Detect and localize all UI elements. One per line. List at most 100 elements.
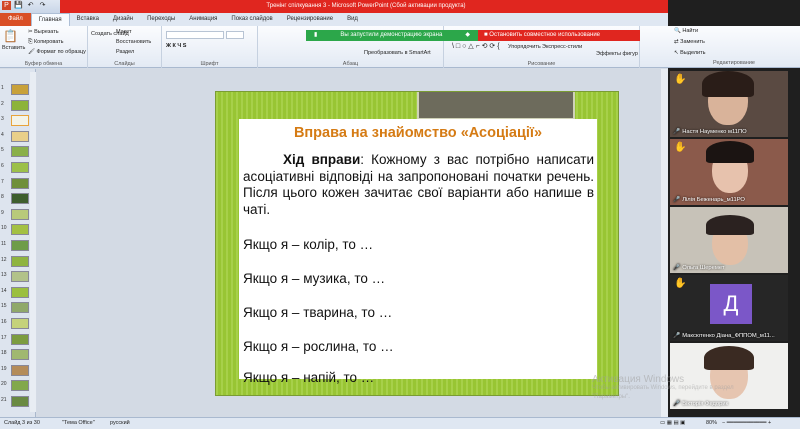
slide-thumbnail[interactable] bbox=[11, 84, 29, 95]
prompt-line[interactable]: Якщо я – музика, то … bbox=[243, 271, 385, 286]
format-painter-icon: 🖌 bbox=[28, 49, 37, 55]
tab-view[interactable]: Вид bbox=[340, 13, 365, 26]
prompt-line[interactable]: Якщо я – тварина, то … bbox=[243, 305, 392, 320]
paste-icon[interactable]: 📋 bbox=[3, 29, 18, 43]
reset-button[interactable]: Восстановить bbox=[116, 39, 151, 45]
participant-tile[interactable]: ✋ 🎤 Настя Науменко м11ПО bbox=[670, 71, 788, 137]
zoom-slider[interactable]: − ━━━━━━━━━━━━ + bbox=[722, 418, 771, 429]
slide-thumbnail[interactable] bbox=[11, 162, 29, 173]
share-status-label: Вы запустили демонстрацию экрана bbox=[340, 32, 443, 38]
slide-thumbnail[interactable] bbox=[11, 115, 29, 127]
mic-muted-icon: 🎤 bbox=[673, 129, 681, 135]
bold-button[interactable]: Ж К Ч S bbox=[166, 43, 186, 49]
slide-thumbnail[interactable] bbox=[11, 380, 29, 392]
stop-sharing-label: Остановить совместное использование bbox=[489, 32, 601, 38]
slide-thumbnail[interactable] bbox=[11, 130, 29, 142]
layout-button[interactable]: Макет bbox=[116, 29, 132, 35]
thumbnail-number: 2 bbox=[1, 100, 4, 107]
copy-button[interactable]: ⎘ Копировать bbox=[28, 39, 64, 46]
slide-thumbnail[interactable] bbox=[11, 333, 29, 345]
prompt-line[interactable]: Якщо я – рослина, то … bbox=[243, 339, 394, 354]
slide-thumbnail[interactable] bbox=[11, 193, 29, 205]
stop-sharing-button[interactable]: ■ Остановить совместное использование bbox=[478, 30, 640, 41]
participant-hair bbox=[706, 215, 754, 235]
section-button[interactable]: Раздел bbox=[116, 49, 134, 55]
participant-tile[interactable]: 🎤 Ольга Шеремет bbox=[670, 207, 788, 273]
tab-home[interactable]: Главная bbox=[30, 13, 70, 26]
participant-tile[interactable]: ✋ Д 🎤 Максютенко Діана_ФППОМ_м11... bbox=[670, 275, 788, 341]
current-slide[interactable]: Вправа на знайомство «Асоціації» Хід впр… bbox=[215, 91, 619, 396]
share-status: ▮ Вы запустили демонстрацию экрана ◆ bbox=[306, 30, 478, 41]
font-size-select[interactable] bbox=[226, 31, 244, 39]
tab-insert[interactable]: Вставка bbox=[70, 13, 106, 26]
replace-label: Заменить bbox=[680, 39, 705, 45]
view-buttons[interactable]: ▭ ▦ ▤ ▣ bbox=[660, 418, 685, 429]
thumbnail-number: 15 bbox=[1, 303, 7, 310]
find-button[interactable]: 🔍 Найти bbox=[674, 28, 698, 34]
language[interactable]: русский bbox=[110, 418, 130, 429]
slide-thumbnail[interactable] bbox=[11, 349, 29, 361]
thumbnail-number: 3 bbox=[1, 116, 4, 123]
font-group: Ж К Ч S Шрифт bbox=[162, 26, 258, 68]
thumbnail-number: 7 bbox=[1, 178, 4, 185]
participant-name: 🎤 Ольга Шеремет bbox=[673, 265, 725, 271]
thumbnail-number: 11 bbox=[1, 241, 7, 247]
thumbnail-number: 10 bbox=[1, 225, 7, 232]
slide-thumbnail[interactable] bbox=[11, 208, 29, 220]
slide-thumbnail[interactable] bbox=[11, 318, 29, 329]
activation-watermark: Активация Windows Чтобы активировать Win… bbox=[592, 375, 734, 402]
slide-thumbnail[interactable] bbox=[11, 364, 29, 376]
editor-scrollbar[interactable] bbox=[661, 69, 668, 417]
participant-name-text: Лілія Беженарь_м11РО bbox=[682, 197, 745, 203]
participant-name-text: Максютенко Діана_ФППОМ_м11... bbox=[682, 333, 775, 339]
slide-thumbnail[interactable] bbox=[11, 224, 29, 236]
watermark-line: Чтобы активировать Windows, перейдите в … bbox=[592, 385, 734, 391]
participant-hair bbox=[702, 71, 754, 97]
slide-title[interactable]: Вправа на знайомство «Асоціації» bbox=[239, 125, 597, 141]
undo-icon[interactable]: ↶ bbox=[26, 1, 35, 10]
tab-design[interactable]: Дизайн bbox=[106, 13, 140, 26]
tab-animation[interactable]: Анимация bbox=[182, 13, 224, 26]
thumbnail-scrollbar[interactable] bbox=[30, 72, 36, 412]
slide-counter: Слайд 3 из 30 bbox=[4, 420, 40, 426]
slide-thumbnail[interactable] bbox=[11, 240, 29, 251]
tab-file[interactable]: Файл bbox=[0, 13, 31, 26]
slide-instructions[interactable]: Хід вправи: Кожному з вас потрібно напис… bbox=[243, 152, 594, 218]
smartart-button[interactable]: Преобразовать в SmartArt bbox=[364, 50, 431, 56]
prompt-line[interactable]: Якщо я – колір, то … bbox=[243, 237, 373, 252]
slide-thumbnail[interactable] bbox=[11, 396, 29, 407]
shapes-gallery[interactable]: \ □ ○ △ ⌐ ⟲ ⟳ { bbox=[452, 42, 500, 50]
zoom-level[interactable]: 80% bbox=[706, 418, 717, 429]
slide-thumbnail[interactable] bbox=[11, 177, 29, 189]
screen-share-bar: ▮ Вы запустили демонстрацию экрана ◆ ■ О… bbox=[306, 30, 640, 41]
thumbnail-number: 8 bbox=[1, 194, 4, 201]
paste-button[interactable]: Вставить bbox=[2, 45, 25, 51]
redo-icon[interactable]: ↷ bbox=[38, 1, 47, 10]
powerpoint-icon: P bbox=[2, 1, 11, 10]
participant-hair bbox=[704, 346, 754, 370]
slide-thumbnail[interactable] bbox=[11, 255, 29, 267]
instructions-lead: Хід вправи bbox=[283, 152, 361, 167]
slide-thumbnail[interactable] bbox=[11, 286, 29, 298]
thumbnail-number: 17 bbox=[1, 334, 7, 341]
participant-tile[interactable]: ✋ 🎤 Лілія Беженарь_м11РО bbox=[670, 139, 788, 205]
select-button[interactable]: ↖ Выделить bbox=[674, 50, 706, 56]
slide-thumbnail[interactable] bbox=[11, 99, 29, 111]
save-icon[interactable]: 💾 bbox=[14, 1, 23, 10]
slide-thumbnail[interactable] bbox=[11, 302, 29, 314]
tab-review[interactable]: Рецензирование bbox=[280, 13, 340, 26]
slide-thumbnail[interactable] bbox=[11, 271, 29, 283]
slide-thumbnail[interactable] bbox=[11, 146, 29, 158]
editing-group-label: Редактирование bbox=[713, 60, 755, 66]
format-painter-button[interactable]: 🖌 Формат по образцу bbox=[28, 49, 86, 55]
prompt-line[interactable]: Якщо я – напій, то … bbox=[243, 370, 374, 385]
quick-styles-button[interactable]: Экспресс-стили bbox=[542, 44, 582, 50]
raised-hand-icon: ✋ bbox=[674, 142, 687, 153]
cut-button[interactable]: ✂ Вырезать bbox=[28, 29, 59, 35]
tab-transitions[interactable]: Переходы bbox=[140, 13, 182, 26]
shape-effects-button[interactable]: Эффекты фигур bbox=[596, 51, 638, 57]
replace-button[interactable]: ⇄ Заменить bbox=[674, 39, 705, 45]
tab-slideshow[interactable]: Показ слайдов bbox=[224, 13, 279, 26]
arrange-button[interactable]: Упорядочить bbox=[508, 44, 541, 50]
font-name-select[interactable] bbox=[166, 31, 224, 39]
